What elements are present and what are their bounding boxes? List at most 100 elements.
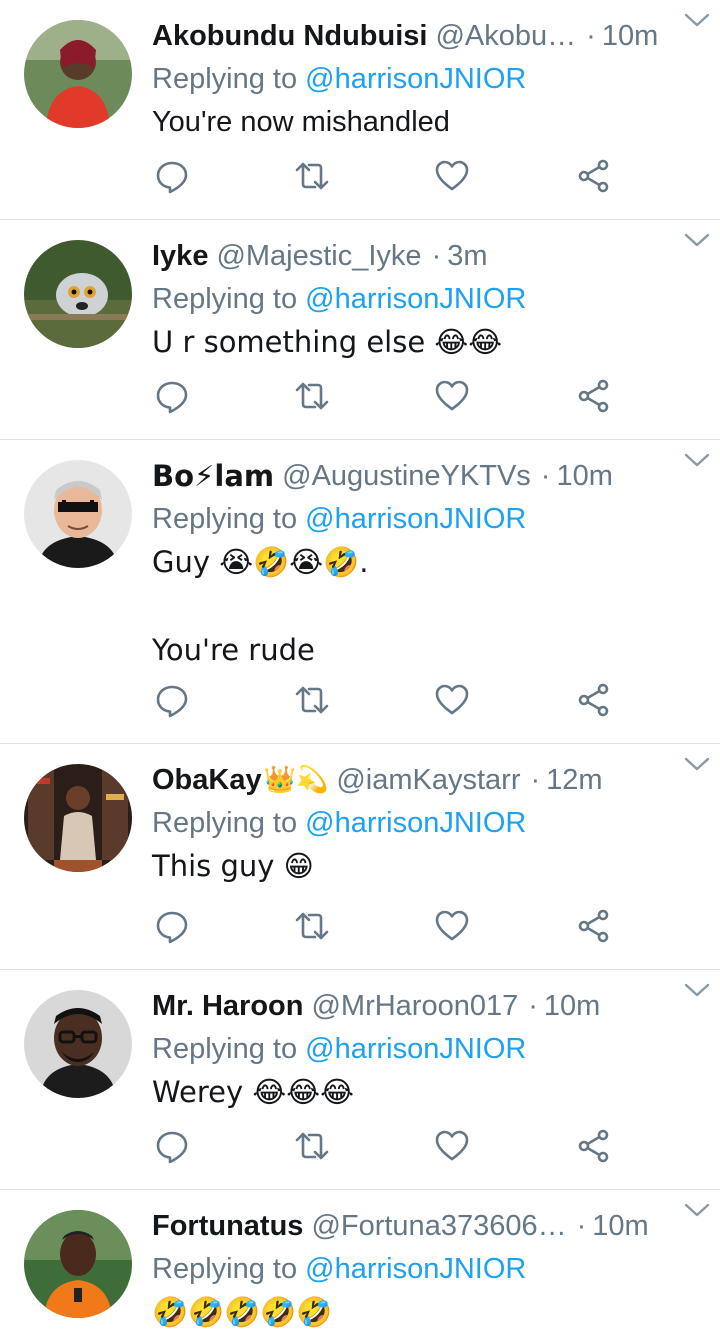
share-button[interactable] xyxy=(576,158,616,198)
share-icon xyxy=(578,1129,609,1163)
tweet[interactable]: Bo⚡lam @AugustineYKTVs · 10m Replying to… xyxy=(0,440,720,744)
reply-handle-link[interactable]: @harrisonJNIOR xyxy=(305,1033,526,1065)
replying-to: Replying to @harrisonJNIOR xyxy=(152,1028,700,1070)
reply-handle-link[interactable]: @harrisonJNIOR xyxy=(305,503,526,535)
retweet-button[interactable] xyxy=(294,158,334,198)
share-button[interactable] xyxy=(576,1128,616,1168)
tweet-text: This guy 😁 xyxy=(152,849,314,883)
reply-icon xyxy=(156,911,188,944)
retweet-icon xyxy=(295,912,329,940)
reply-icon xyxy=(156,161,188,194)
tweet[interactable]: Fortunatus @Fortuna373606… · 10m Replyin… xyxy=(0,1190,720,1334)
avatar[interactable] xyxy=(24,240,132,348)
timestamp: 3m xyxy=(447,239,488,272)
avatar[interactable] xyxy=(24,1210,132,1318)
action-bar xyxy=(152,158,632,198)
like-button[interactable] xyxy=(434,1128,474,1168)
user-name[interactable]: Akobundu Ndubuisi xyxy=(152,20,427,53)
like-button[interactable] xyxy=(434,378,474,418)
user-handle[interactable]: @Fortuna373606… xyxy=(311,1210,566,1243)
like-button[interactable] xyxy=(434,682,474,722)
tweet-header: ObaKay 👑💫 @iamKaystarr · 12m xyxy=(152,758,700,802)
chevron-down-icon[interactable] xyxy=(682,8,712,32)
tweet-text: Werey 😂😂😂 xyxy=(152,1075,354,1109)
replying-to: Replying to @harrisonJNIOR xyxy=(152,1248,700,1290)
retweet-button[interactable] xyxy=(294,908,334,948)
avatar[interactable] xyxy=(24,990,132,1098)
reply-button[interactable] xyxy=(154,1128,194,1168)
retweet-icon xyxy=(295,686,329,714)
timestamp: 10m xyxy=(592,1209,649,1242)
name-emoji: 👑💫 xyxy=(263,765,329,795)
user-handle[interactable]: @Akobu… xyxy=(435,20,576,53)
replying-to-label: Replying to xyxy=(152,63,298,95)
action-bar xyxy=(152,1128,632,1168)
like-icon xyxy=(435,684,469,715)
tweet-text: You're now mishandled xyxy=(152,106,450,138)
user-handle[interactable]: @AugustineYKTVs xyxy=(282,460,531,493)
avatar[interactable] xyxy=(24,20,132,128)
tweet-header: Iyke @Majestic_Iyke · 3m xyxy=(152,234,700,278)
tweet[interactable]: ObaKay 👑💫 @iamKaystarr · 12m Replying to… xyxy=(0,744,720,970)
timestamp: 10m xyxy=(601,19,659,52)
user-name[interactable]: Iyke xyxy=(152,240,208,273)
like-icon xyxy=(435,160,469,191)
chevron-down-icon[interactable] xyxy=(682,978,712,1002)
user-handle[interactable]: @Majestic_Iyke xyxy=(216,240,421,273)
like-icon xyxy=(435,380,469,411)
reply-handle-link[interactable]: @harrisonJNIOR xyxy=(305,63,526,95)
like-button[interactable] xyxy=(434,908,474,948)
share-button[interactable] xyxy=(576,908,616,948)
retweet-button[interactable] xyxy=(294,1128,334,1168)
user-name[interactable]: ObaKay xyxy=(152,764,262,797)
tweet[interactable]: Akobundu Ndubuisi @Akobu… · 10m Replying… xyxy=(0,0,720,220)
user-name[interactable]: Mr. Haroon xyxy=(152,990,303,1023)
action-bar xyxy=(152,682,632,722)
timestamp: 10m xyxy=(543,989,601,1022)
separator-dot: · xyxy=(530,763,541,796)
replying-to: Replying to @harrisonJNIOR xyxy=(152,58,700,100)
reply-handle-link[interactable]: @harrisonJNIOR xyxy=(305,1253,526,1285)
replying-to-label: Replying to xyxy=(152,1253,298,1285)
chevron-down-icon[interactable] xyxy=(682,1198,712,1222)
avatar[interactable] xyxy=(24,764,132,872)
like-button[interactable] xyxy=(434,158,474,198)
tweet[interactable]: Mr. Haroon @MrHaroon017 · 10m Replying t… xyxy=(0,970,720,1190)
chevron-down-icon[interactable] xyxy=(682,228,712,252)
avatar[interactable] xyxy=(24,460,132,568)
replying-to: Replying to @harrisonJNIOR xyxy=(152,498,700,540)
reply-button[interactable] xyxy=(154,682,194,722)
reply-handle-link[interactable]: @harrisonJNIOR xyxy=(305,283,526,315)
user-handle[interactable]: @iamKaystarr xyxy=(336,764,520,797)
retweet-icon xyxy=(295,162,329,190)
retweet-button[interactable] xyxy=(294,682,334,722)
retweet-button[interactable] xyxy=(294,378,334,418)
tweet-header: Akobundu Ndubuisi @Akobu… · 10m xyxy=(152,14,700,58)
replying-to-label: Replying to xyxy=(152,807,298,839)
tweet[interactable]: Iyke @Majestic_Iyke · 3m Replying to @ha… xyxy=(0,220,720,440)
chevron-down-icon[interactable] xyxy=(682,752,712,776)
separator-dot: · xyxy=(528,989,538,1022)
reply-handle-link[interactable]: @harrisonJNIOR xyxy=(305,807,526,839)
replying-to-label: Replying to xyxy=(152,283,298,315)
share-button[interactable] xyxy=(576,378,616,418)
user-handle[interactable]: @MrHaroon017 xyxy=(311,990,518,1023)
reply-button[interactable] xyxy=(154,378,194,418)
tweet-header: Fortunatus @Fortuna373606… · 10m xyxy=(152,1204,700,1248)
separator-dot: · xyxy=(576,1209,587,1242)
reply-icon xyxy=(156,381,188,414)
reply-button[interactable] xyxy=(154,908,194,948)
tweet-header: Bo⚡lam @AugustineYKTVs · 10m xyxy=(152,454,700,498)
chevron-down-icon[interactable] xyxy=(682,448,712,472)
tweet-text: 🤣🤣🤣🤣🤣 xyxy=(152,1295,333,1329)
user-name[interactable]: Fortunatus xyxy=(152,1210,303,1243)
user-name[interactable]: Bo⚡lam xyxy=(152,459,274,493)
replying-to-label: Replying to xyxy=(152,503,298,535)
replying-to: Replying to @harrisonJNIOR xyxy=(152,278,700,320)
separator-dot: · xyxy=(431,239,442,272)
action-bar xyxy=(152,908,632,948)
retweet-icon xyxy=(295,382,329,410)
share-button[interactable] xyxy=(576,682,616,722)
replying-to: Replying to @harrisonJNIOR xyxy=(152,802,700,844)
reply-button[interactable] xyxy=(154,158,194,198)
